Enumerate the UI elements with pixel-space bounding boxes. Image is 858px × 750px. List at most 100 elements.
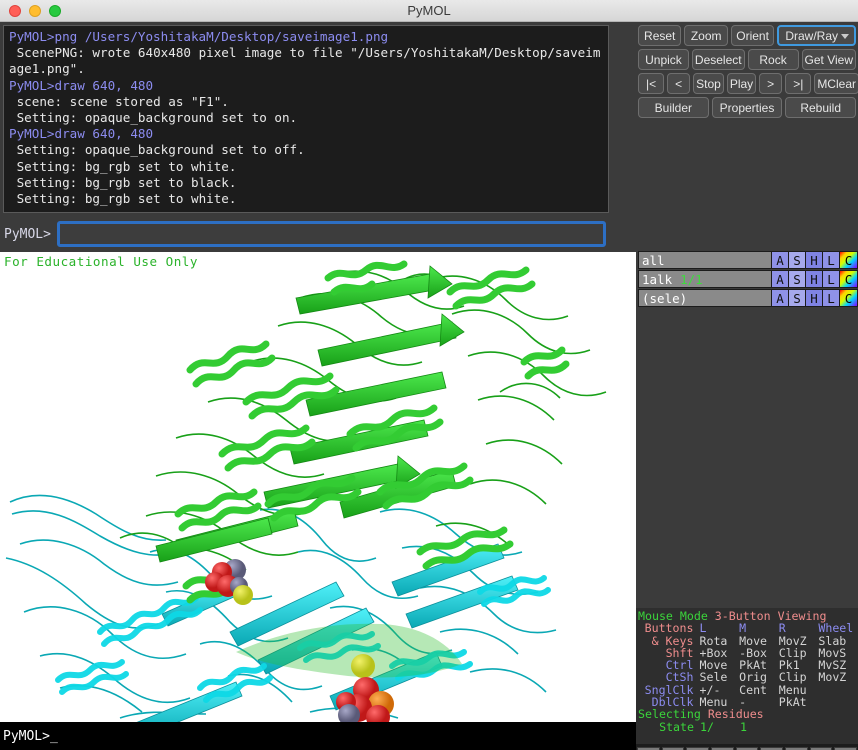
- movie-stop-button[interactable]: Stop: [693, 73, 724, 94]
- mouse-mode-header-key: Buttons: [644, 621, 694, 636]
- console-line: PyMOL>png /Users/YoshitakaM/Desktop/save…: [9, 29, 389, 44]
- protein-ribbon-render: [0, 252, 636, 722]
- movie-next-button[interactable]: >: [759, 73, 783, 94]
- object-action-buttons: ASHLC: [772, 289, 858, 307]
- selecting-value: Residues: [707, 707, 764, 722]
- console-line: Setting: bg_rgb set to white.: [9, 158, 237, 174]
- reset-button[interactable]: Reset: [638, 25, 682, 46]
- deselect-button[interactable]: Deselect: [691, 49, 745, 70]
- console-line: PyMOL>draw 640, 480: [9, 77, 154, 93]
- educational-watermark: For Educational Use Only: [4, 254, 198, 269]
- state-label: State: [659, 719, 694, 734]
- object-button-a[interactable]: A: [772, 270, 789, 288]
- object-button-a[interactable]: A: [772, 251, 789, 269]
- object-name[interactable]: (sele): [638, 289, 772, 307]
- window-title: PyMOL: [407, 3, 451, 18]
- console-line: PyMOL>draw 640, 480: [9, 126, 154, 142]
- object-button-h[interactable]: H: [806, 251, 823, 269]
- mouse-mode-row-r: PkAt: [778, 695, 807, 710]
- object-button-s[interactable]: S: [789, 270, 806, 288]
- movie-first-button[interactable]: |<: [638, 73, 665, 94]
- console-line: ScenePNG: wrote 640x480 pixel image to f…: [9, 45, 601, 77]
- right-control-panel: Reset Zoom Orient Draw/Ray Unpick Desele…: [636, 22, 858, 750]
- movie-play-button[interactable]: Play: [726, 73, 757, 94]
- selecting-label: Selecting: [638, 707, 708, 722]
- button-row-3: |< < Stop Play > >| MClear: [638, 73, 858, 94]
- console-line: Setting: bg_rgb set to black.: [9, 174, 237, 190]
- movie-prev-button[interactable]: <: [667, 73, 691, 94]
- mouse-mode-row-wheel: [818, 696, 858, 708]
- object-button-h[interactable]: H: [806, 270, 823, 288]
- button-row-1: Reset Zoom Orient Draw/Ray: [638, 25, 856, 46]
- pymol-window: PyMOL PyMOL>png /Users/YoshitakaM/Deskto…: [0, 0, 858, 750]
- button-grid: Reset Zoom Orient Draw/Ray Unpick Desele…: [636, 22, 858, 118]
- movie-last-button[interactable]: >|: [785, 73, 812, 94]
- console-output[interactable]: PyMOL>png /Users/YoshitakaM/Desktop/save…: [3, 25, 609, 213]
- console-line: Setting: opaque_background set to off.: [9, 142, 305, 158]
- object-button-l[interactable]: L: [823, 289, 840, 307]
- state-total: 1: [740, 719, 747, 734]
- mouse-mode-row-key: CtSh: [665, 670, 694, 685]
- state-value: 1/: [700, 719, 714, 734]
- movie-playback-toolbar: SF: [636, 744, 858, 750]
- object-button-s[interactable]: S: [789, 251, 806, 269]
- object-action-buttons: ASHLC: [772, 251, 858, 269]
- command-input[interactable]: [56, 221, 606, 247]
- rebuild-button[interactable]: Rebuild: [785, 97, 857, 118]
- object-button-h[interactable]: H: [806, 289, 823, 307]
- object-name-text: all: [642, 252, 665, 268]
- object-row[interactable]: all A S H L C: [638, 251, 858, 269]
- title-bar: PyMOL: [0, 0, 858, 22]
- object-row[interactable]: 1alk 1/1 A S H L C: [638, 270, 858, 288]
- rock-button[interactable]: Rock: [747, 49, 799, 70]
- console-line: Setting: bg_rgb set to white.: [9, 191, 237, 207]
- object-button-a[interactable]: A: [772, 289, 789, 307]
- builder-button[interactable]: Builder: [638, 97, 709, 118]
- object-button-s[interactable]: S: [789, 289, 806, 307]
- mclear-button[interactable]: MClear: [814, 73, 858, 94]
- bottom-status-bar: PyMOL>_: [0, 722, 636, 750]
- mouse-mode-header: Buttons L M R Wheel: [638, 621, 858, 636]
- orient-button[interactable]: Orient: [730, 25, 775, 46]
- command-row: PyMOL>: [0, 216, 612, 252]
- unpick-button[interactable]: Unpick: [638, 49, 689, 70]
- mouse-mode-row-wheel: MovZ: [818, 670, 847, 685]
- mouse-mode-row-l: Sele: [699, 670, 728, 685]
- object-action-buttons: ASHLC: [772, 270, 858, 288]
- chevron-down-icon: [841, 33, 849, 39]
- state-row: State 1/1: [638, 719, 858, 734]
- mouse-mode-title-value: 3-Button Viewing: [714, 609, 827, 623]
- button-row-4: Builder Properties Rebuild: [638, 97, 857, 118]
- object-row[interactable]: (sele) A S H L C: [638, 289, 858, 307]
- zoom-button[interactable]: Zoom: [684, 25, 728, 46]
- mouse-mode-row-wheel: [818, 684, 858, 696]
- mouse-mode-header-m: M: [739, 621, 747, 636]
- mouse-mode-header-r: R: [778, 621, 786, 636]
- object-button-c[interactable]: C: [840, 270, 858, 288]
- object-button-c[interactable]: C: [840, 251, 858, 269]
- object-state-text: 1/1: [680, 271, 703, 287]
- mouse-mode-header-l: L: [699, 621, 707, 636]
- object-name-text: (sele): [642, 290, 688, 306]
- button-row-2: Unpick Deselect Rock Get View: [638, 49, 856, 70]
- object-button-l[interactable]: L: [823, 251, 840, 269]
- object-button-c[interactable]: C: [840, 289, 858, 307]
- console-line: scene: scene stored as "F1".: [9, 93, 229, 109]
- mouse-mode-row-r: Clip: [778, 670, 807, 685]
- command-prompt-label: PyMOL>: [4, 226, 51, 242]
- mouse-mode-row: CtSh Sele Orig Clip MovZ: [638, 670, 858, 685]
- get-view-button[interactable]: Get View: [801, 49, 856, 70]
- properties-button[interactable]: Properties: [711, 97, 783, 118]
- console-panel: PyMOL>png /Users/YoshitakaM/Desktop/save…: [0, 22, 612, 215]
- object-button-l[interactable]: L: [823, 270, 840, 288]
- object-name[interactable]: all: [638, 251, 772, 269]
- mouse-mode-header-wheel: Wheel: [818, 621, 854, 636]
- 3d-viewport[interactable]: For Educational Use Only: [0, 252, 636, 722]
- mouse-mode-row-m: Orig: [739, 670, 768, 685]
- object-name-text: 1alk: [642, 271, 673, 287]
- draw-ray-dropdown[interactable]: Draw/Ray: [777, 25, 856, 46]
- object-list: all A S H L C 1alk 1/1 A S H L C (sele) A S H L C: [636, 250, 858, 308]
- object-name[interactable]: 1alk 1/1: [638, 270, 772, 288]
- draw-ray-label: Draw/Ray: [785, 28, 838, 43]
- selecting-row: Selecting Residues: [638, 707, 858, 722]
